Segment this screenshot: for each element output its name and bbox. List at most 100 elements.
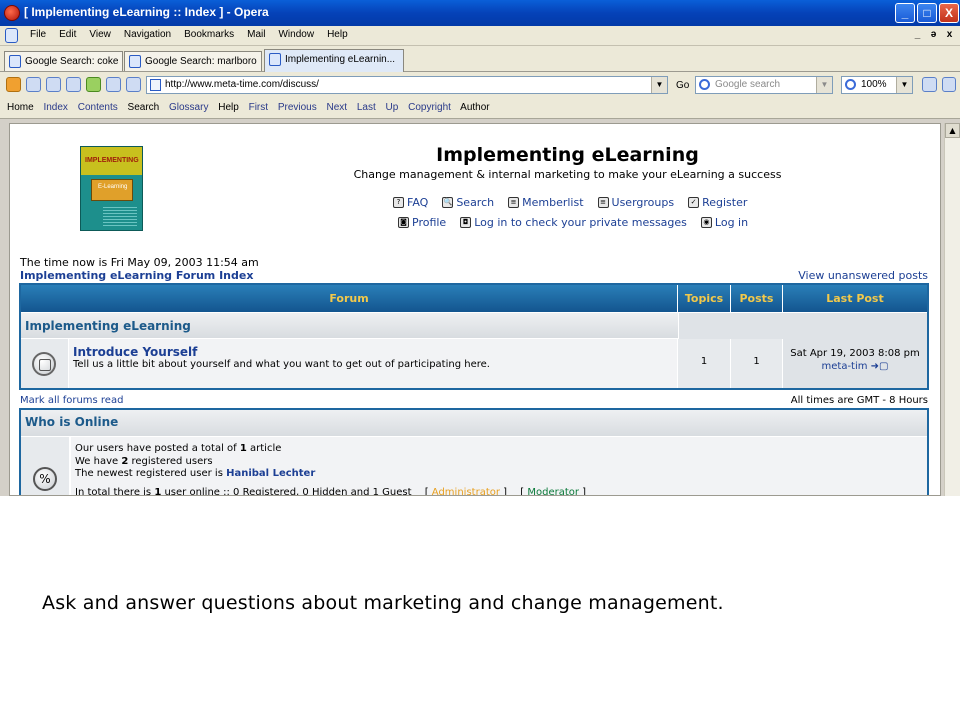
site-logo[interactable]: IMPLEMENTING E-Learning: [80, 146, 143, 231]
forum-description: Tell us a little bit about yourself and …: [73, 359, 490, 370]
nav-next[interactable]: Next: [327, 102, 348, 113]
tab-google-marlboro[interactable]: Google Search: marlboro: [124, 51, 262, 71]
unanswered-posts-link[interactable]: View unanswered posts: [798, 269, 928, 282]
nav-index[interactable]: Index: [43, 102, 67, 113]
search-link[interactable]: 🔍 Search: [442, 196, 494, 209]
security-icon[interactable]: [86, 77, 101, 92]
usergroups-link[interactable]: ≡ Usergroups: [597, 196, 674, 209]
login-link[interactable]: ◉ Log in: [700, 216, 749, 229]
newest-user-link[interactable]: Hanibal Lechter: [226, 468, 315, 479]
page-icon[interactable]: [66, 77, 81, 92]
page-icon: [269, 53, 281, 66]
chevron-down-icon[interactable]: ▼: [816, 77, 832, 93]
stat-text: Our users have posted a total of: [75, 443, 240, 454]
nav-contents[interactable]: Contents: [78, 102, 118, 113]
moderator-legend: Moderator: [527, 487, 579, 496]
header-topics: Topics: [678, 285, 731, 312]
private-messages-link[interactable]: ◘ Log in to check your private messages: [460, 216, 687, 229]
checkbox-icon: ✓: [688, 197, 700, 208]
bracket: ]: [499, 487, 508, 496]
forum-name-link[interactable]: Introduce Yourself: [73, 345, 197, 359]
maximize-button[interactable]: □: [917, 3, 937, 23]
scroll-up-icon[interactable]: ▲: [945, 123, 960, 138]
mark-forums-read-link[interactable]: Mark all forums read: [20, 395, 123, 406]
back-icon[interactable]: [6, 77, 21, 92]
page-icon: [129, 55, 141, 68]
zoom-value: 100%: [861, 79, 887, 90]
nav-previous[interactable]: Previous: [278, 102, 317, 113]
online-title[interactable]: Who is Online: [25, 415, 118, 429]
memberlist-label: Memberlist: [522, 196, 584, 209]
forum-table: Forum Topics Posts Last Post Implementin…: [19, 283, 929, 390]
nav-up[interactable]: Up: [386, 102, 399, 113]
nav-glossary[interactable]: Glossary: [169, 102, 208, 113]
nav-help[interactable]: Help: [218, 102, 239, 113]
memberlist-link[interactable]: ≡ Memberlist: [508, 196, 584, 209]
list-icon: ≡: [508, 197, 520, 208]
timezone-note: All times are GMT - 8 Hours: [790, 395, 928, 406]
nav-copyright[interactable]: Copyright: [408, 102, 451, 113]
search-label: Search: [456, 196, 495, 209]
menu-window[interactable]: Window: [278, 29, 314, 40]
nav-last[interactable]: Last: [357, 102, 376, 113]
nav-home[interactable]: Home: [7, 102, 34, 113]
nav-author[interactable]: Author: [460, 102, 489, 113]
panel-icon[interactable]: [922, 77, 937, 92]
forum-icon-cell: [21, 339, 69, 388]
chevron-down-icon[interactable]: ▼: [651, 77, 667, 93]
search-input[interactable]: Google search ▼: [695, 76, 833, 94]
print-icon[interactable]: [46, 77, 61, 92]
nav-first[interactable]: First: [249, 102, 268, 113]
window-icon[interactable]: [942, 77, 956, 92]
posts-cell: 1: [731, 339, 783, 388]
minimize-button[interactable]: _: [895, 3, 915, 23]
stat-text: The newest registered user is: [75, 468, 227, 479]
nav-search[interactable]: Search: [128, 102, 160, 113]
menu-navigation[interactable]: Navigation: [124, 29, 171, 40]
zoom-select[interactable]: 100% ▼: [841, 76, 913, 94]
users-online-icon: %: [33, 467, 57, 491]
address-input[interactable]: http://www.meta-time.com/discuss/ ▼: [146, 76, 668, 94]
window-icon[interactable]: [126, 77, 141, 92]
menu-bookmarks[interactable]: Bookmarks: [184, 29, 234, 40]
zoom-icon: [845, 79, 856, 90]
go-button[interactable]: Go: [676, 80, 689, 91]
bracket: [: [424, 487, 432, 496]
mdi-restore-button[interactable]: ǝ: [927, 29, 940, 42]
help-icon: ?: [393, 197, 404, 208]
stat-text: In total there is: [75, 487, 155, 496]
login-label: Log in: [714, 216, 749, 229]
tab-label: Google Search: coke: [25, 56, 119, 67]
last-post-user-link[interactable]: meta-tim ➜▢: [783, 361, 927, 372]
category-title[interactable]: Implementing eLearning: [25, 319, 191, 333]
message-icon: ◘: [460, 217, 472, 228]
bookmark-icon[interactable]: [106, 77, 121, 92]
menu-view[interactable]: View: [89, 29, 111, 40]
register-link[interactable]: ✓ Register: [688, 196, 747, 209]
menu-file[interactable]: File: [30, 29, 46, 40]
chevron-down-icon[interactable]: ▼: [896, 77, 912, 93]
close-button[interactable]: X: [939, 3, 959, 23]
mdi-minimize-button[interactable]: _: [911, 29, 924, 42]
window-title: [ Implementing eLearning :: Index ] - Op…: [24, 5, 269, 19]
address-toolbar: http://www.meta-time.com/discuss/ ▼ Go G…: [0, 72, 960, 98]
mdi-close-button[interactable]: x: [943, 29, 956, 42]
menu-edit[interactable]: Edit: [59, 29, 76, 40]
menu-mail[interactable]: Mail: [247, 29, 265, 40]
navigation-bar: Home Index Contents Search Glossary Help…: [0, 98, 960, 119]
vertical-scrollbar[interactable]: ▲: [944, 123, 960, 496]
menu-help[interactable]: Help: [327, 29, 348, 40]
faq-link[interactable]: ? FAQ: [393, 196, 428, 209]
tab-google-coke[interactable]: Google Search: coke: [4, 51, 123, 71]
group-icon: ≡: [597, 197, 609, 208]
tab-implementing-elearning[interactable]: Implementing eLearnin...: [264, 49, 404, 72]
page-icon: [5, 28, 18, 43]
home-icon[interactable]: [26, 77, 41, 92]
profile-icon: ◙: [398, 217, 409, 228]
online-icon-cell: %: [21, 437, 70, 495]
opera-icon: [4, 5, 20, 21]
forum-index-link[interactable]: Implementing eLearning Forum Index: [20, 269, 253, 282]
last-post-date: Sat Apr 19, 2003 8:08 pm: [790, 348, 920, 359]
profile-link[interactable]: ◙ Profile: [398, 216, 446, 229]
header-forum: Forum: [21, 285, 678, 312]
